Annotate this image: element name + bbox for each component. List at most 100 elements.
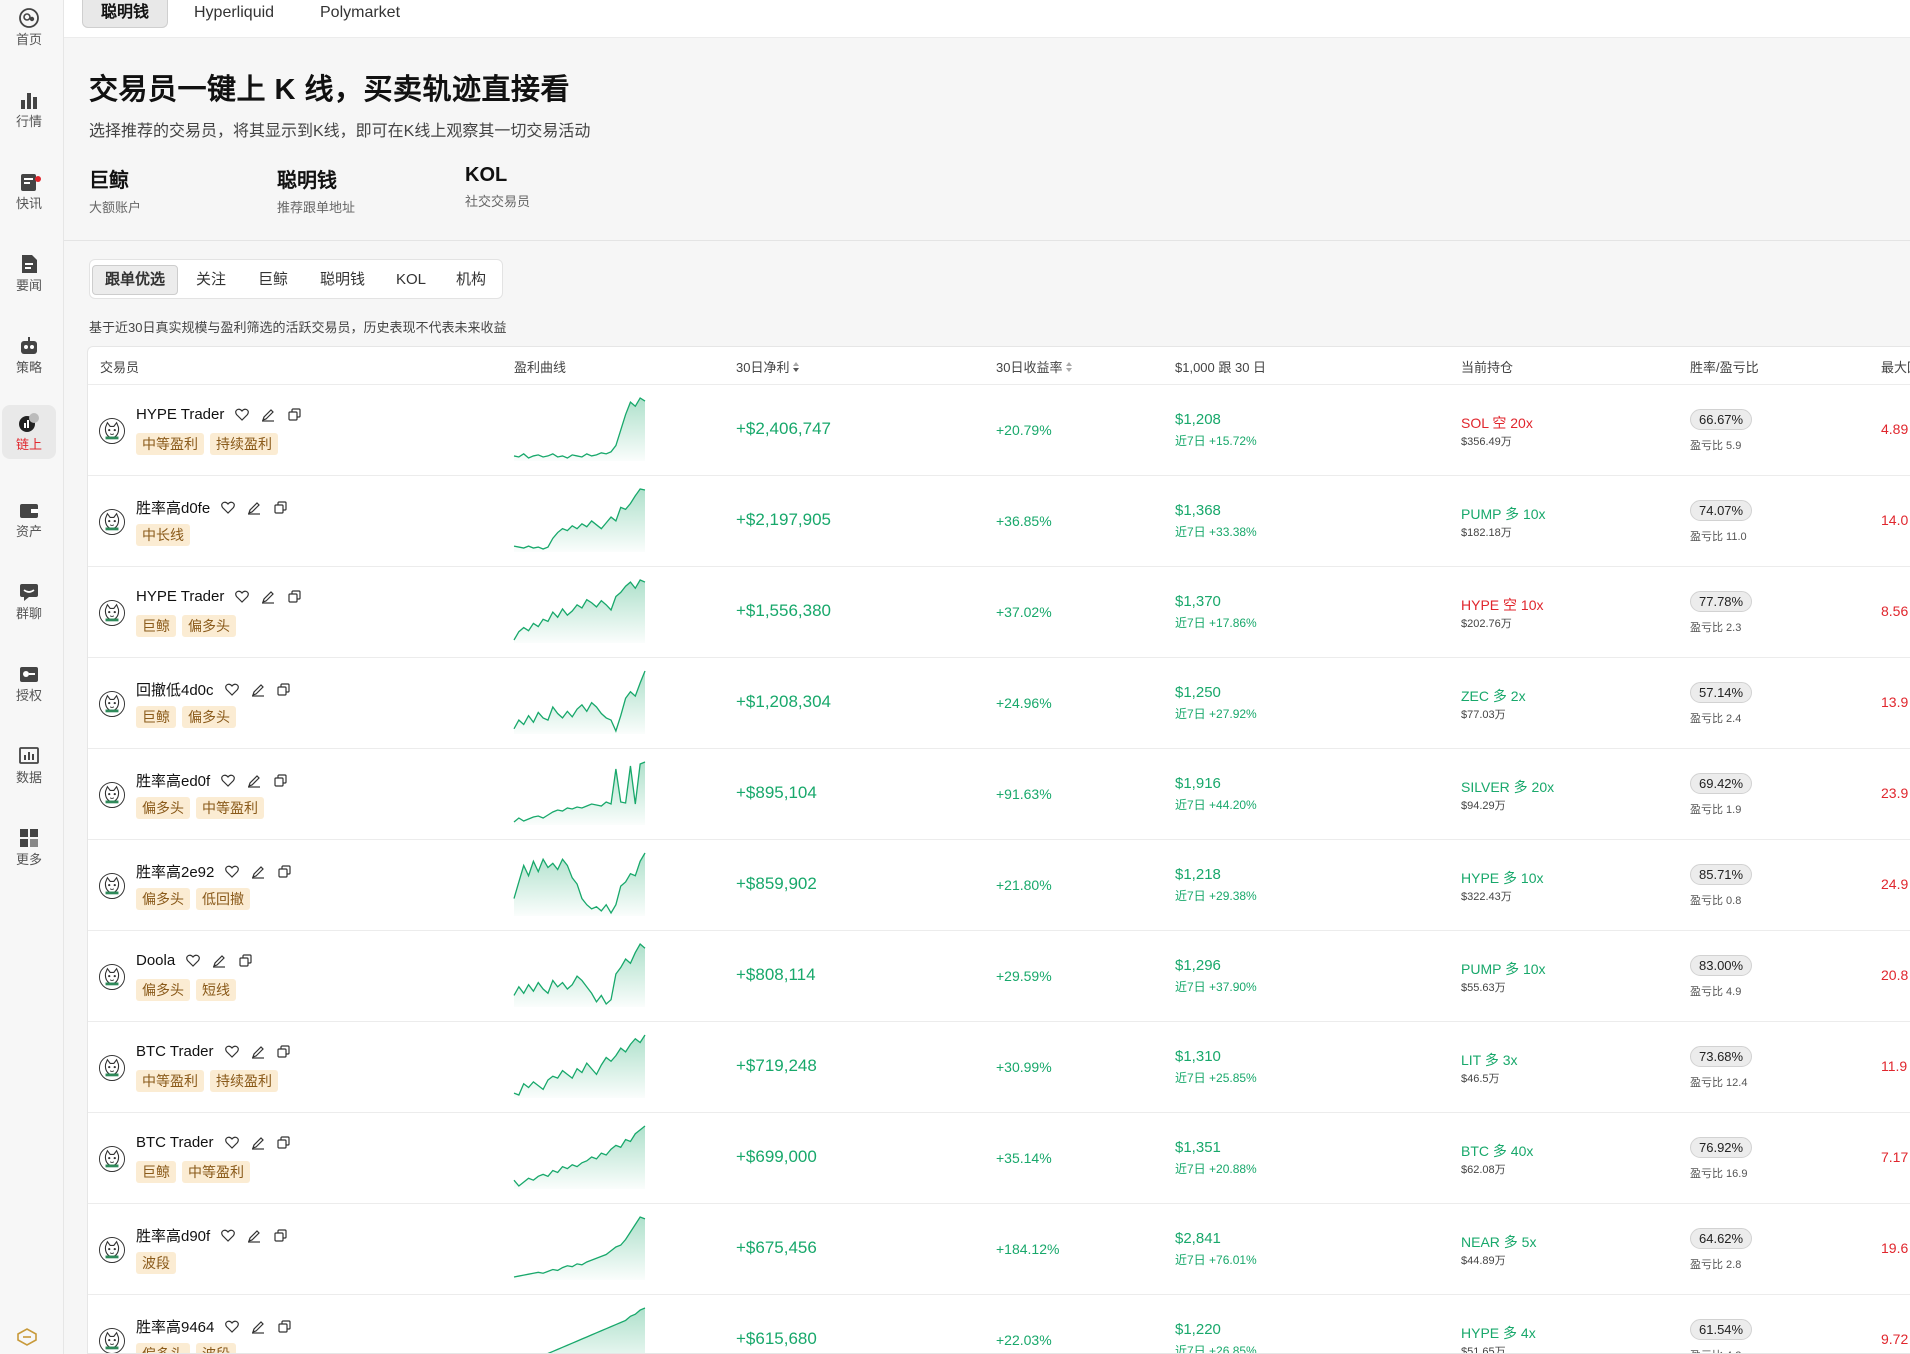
current-position[interactable]: SOL 空 20x (1461, 413, 1533, 433)
trader-name[interactable]: 胜率高ed0f (136, 770, 288, 791)
current-position[interactable]: HYPE 多 10x (1461, 868, 1543, 888)
trader-name[interactable]: Doola (136, 952, 253, 969)
pencil-icon[interactable] (250, 864, 266, 880)
current-position[interactable]: BTC 多 40x (1461, 1141, 1533, 1161)
sidebar-item-8[interactable]: 授权 (2, 656, 56, 710)
tag-badge: 中等盈利 (196, 797, 264, 819)
table-row[interactable]: 胜率高d90f 波段 +$675,456 +184.12% $2,841 近7日 +76.… (88, 1204, 1910, 1295)
current-position[interactable]: PUMP 多 10x (1461, 959, 1546, 979)
tab-hyperliquid[interactable]: Hyperliquid (176, 0, 292, 28)
pencil-icon[interactable] (246, 500, 262, 516)
heart-icon[interactable] (224, 1319, 240, 1335)
sparkline-area (514, 762, 645, 825)
trader-name[interactable]: 回撤低4d0c (136, 679, 292, 700)
sort-icon[interactable] (1065, 361, 1073, 376)
heart-icon[interactable] (185, 953, 201, 969)
category-whale[interactable]: 巨鲸 大额账户 (89, 164, 141, 216)
filter-tab-smart-money[interactable]: 聪明钱 (308, 265, 377, 295)
trader-name[interactable]: 胜率高9464 (136, 1316, 292, 1337)
copy-icon[interactable] (286, 407, 302, 423)
copy-icon[interactable] (276, 1135, 292, 1151)
pencil-icon[interactable] (260, 589, 276, 605)
filter-tab-institution[interactable]: 机构 (444, 265, 498, 295)
trader-name[interactable]: 胜率高d0fe (136, 497, 288, 518)
filter-tab-recommended[interactable]: 跟单优选 (92, 265, 179, 295)
pencil-icon[interactable] (250, 1135, 266, 1151)
heart-icon[interactable] (234, 407, 250, 423)
current-position[interactable]: SILVER 多 20x (1461, 777, 1554, 797)
tab-polymarket[interactable]: Polymarket (302, 0, 418, 28)
pencil-icon[interactable] (211, 953, 227, 969)
current-position[interactable]: HYPE 多 4x (1461, 1323, 1536, 1343)
current-position[interactable]: HYPE 空 10x (1461, 595, 1543, 615)
col-30d-pnl[interactable]: 30日净利 (736, 357, 800, 376)
table-row[interactable]: BTC Trader 巨鲸 中等盈利 +$699,000 +35.14% $1,351 近7… (88, 1113, 1910, 1204)
trader-name[interactable]: HYPE Trader (136, 406, 302, 423)
filter-tab-kol[interactable]: KOL (384, 265, 438, 295)
copy-icon[interactable] (237, 953, 253, 969)
max-drawdown: 8.56 (1881, 603, 1909, 619)
sidebar-item-7[interactable]: 群聊 (2, 574, 56, 628)
copy-icon[interactable] (272, 1228, 288, 1244)
pencil-icon[interactable] (250, 1044, 266, 1060)
table-row[interactable]: 胜率高ed0f 偏多头 中等盈利 +$895,104 +91.63% $1,916 近7日 … (88, 749, 1910, 840)
sidebar-item-4[interactable]: 策略 (2, 328, 56, 382)
copy-icon[interactable] (272, 773, 288, 789)
col-position: 当前持仓 (1461, 360, 1514, 375)
feedback-icon[interactable] (14, 1326, 40, 1348)
table-row[interactable]: 回撤低4d0c 巨鲸 偏多头 +$1,208,304 +24.96% $1,250 近7日 … (88, 658, 1910, 749)
sidebar-item-9[interactable]: 数据 (2, 738, 56, 792)
sidebar-item-1[interactable]: 行情 (2, 82, 56, 136)
sidebar-item-10[interactable]: 更多 (2, 820, 56, 874)
heart-icon[interactable] (224, 1135, 240, 1151)
heart-icon[interactable] (224, 1044, 240, 1060)
current-position[interactable]: ZEC 多 2x (1461, 686, 1526, 706)
table-row[interactable]: BTC Trader 中等盈利 持续盈利 +$719,248 +30.99% $1,310… (88, 1022, 1910, 1113)
table-row[interactable]: 胜率高d0fe 中长线 +$2,197,905 +36.85% $1,368 近7日 +3… (88, 476, 1910, 567)
category-kol[interactable]: KOL 社交交易员 (465, 164, 530, 210)
sort-icon[interactable] (792, 361, 800, 376)
pencil-icon[interactable] (246, 773, 262, 789)
sidebar-item-6[interactable]: 资产 (2, 492, 56, 546)
trader-name[interactable]: BTC Trader (136, 1043, 292, 1060)
tab-smart-money[interactable]: 聪明钱 (82, 0, 169, 28)
trader-name[interactable]: HYPE Trader (136, 588, 302, 605)
filter-tab-whale[interactable]: 巨鲸 (246, 265, 300, 295)
table-row[interactable]: HYPE Trader 中等盈利 持续盈利 +$2,406,747 +20.79% $1,… (88, 385, 1910, 476)
table-row[interactable]: Doola 偏多头 短线 +$808,114 +29.59% $1,296 近7日 +37.… (88, 931, 1910, 1022)
pencil-icon[interactable] (246, 1228, 262, 1244)
copy-icon[interactable] (276, 682, 292, 698)
table-row[interactable]: 胜率高2e92 偏多头 低回撤 +$859,902 +21.80% $1,218 近7日 +… (88, 840, 1910, 931)
copy-icon[interactable] (286, 589, 302, 605)
heart-icon[interactable] (220, 773, 236, 789)
sidebar-item-2[interactable]: 快讯 (2, 164, 56, 218)
heart-icon[interactable] (224, 682, 240, 698)
filter-tab-following[interactable]: 关注 (184, 265, 238, 295)
pencil-icon[interactable] (250, 682, 266, 698)
heart-icon[interactable] (234, 589, 250, 605)
trader-name[interactable]: BTC Trader (136, 1134, 292, 1151)
col-30d-roi[interactable]: 30日收益率 (996, 357, 1073, 376)
copy-icon[interactable] (276, 864, 292, 880)
current-position[interactable]: NEAR 多 5x (1461, 1232, 1536, 1252)
table-row[interactable]: HYPE Trader 巨鲸 偏多头 +$1,556,380 +37.02% $1,370… (88, 567, 1910, 658)
trader-name[interactable]: 胜率高2e92 (136, 861, 292, 882)
pencil-icon[interactable] (250, 1319, 266, 1335)
heart-icon[interactable] (220, 1228, 236, 1244)
pencil-icon[interactable] (260, 407, 276, 423)
sidebar-item-0[interactable]: 首页 (2, 0, 56, 54)
category-smart-money[interactable]: 聪明钱 推荐跟单地址 (277, 164, 355, 216)
sidebar-item-3[interactable]: 要闻 (2, 246, 56, 300)
heart-icon[interactable] (220, 500, 236, 516)
col-trader: 交易员 (100, 360, 140, 375)
sidebar-item-5[interactable]: 链上 (2, 405, 56, 459)
copy-icon[interactable] (272, 500, 288, 516)
heart-icon[interactable] (224, 864, 240, 880)
trader-name[interactable]: 胜率高d90f (136, 1225, 288, 1246)
copy-icon[interactable] (276, 1319, 292, 1335)
copy-icon[interactable] (276, 1044, 292, 1060)
pnl-sparkline (547, 1307, 646, 1353)
current-position[interactable]: PUMP 多 10x (1461, 504, 1546, 524)
table-row[interactable]: 胜率高9464 偏多头 波段 +$615,680 +22.03% $1,220 近7日 +2… (88, 1295, 1910, 1353)
current-position[interactable]: LIT 多 3x (1461, 1050, 1518, 1070)
